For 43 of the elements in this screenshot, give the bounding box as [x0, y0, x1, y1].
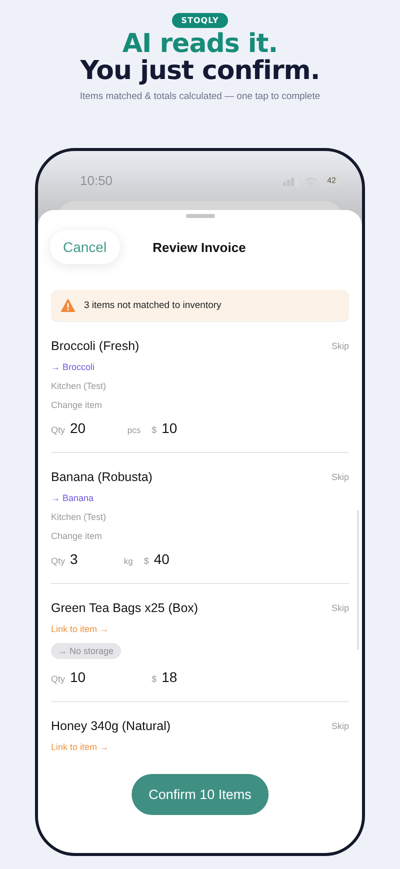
- warning-text: 3 items not matched to inventory: [84, 300, 222, 311]
- battery-icon: 42: [323, 175, 340, 186]
- skip-link[interactable]: Skip: [331, 721, 349, 731]
- brand-badge: STOQLY: [172, 13, 228, 28]
- item-link[interactable]: → Banana: [51, 493, 94, 503]
- price-value[interactable]: 40: [154, 551, 170, 567]
- qty-label: Qty: [51, 556, 66, 566]
- qty-value[interactable]: 10: [70, 669, 86, 685]
- currency-label: $: [144, 556, 149, 566]
- item-link[interactable]: Link to item →: [51, 742, 109, 752]
- item-name: Banana (Robusta): [51, 470, 152, 484]
- item-link[interactable]: → Broccoli: [51, 362, 95, 372]
- qty-value[interactable]: 20: [70, 420, 86, 436]
- signal-icon: [283, 176, 300, 186]
- price-value[interactable]: 18: [162, 669, 178, 685]
- qty-label: Qty: [51, 425, 66, 435]
- item-name: Broccoli (Fresh): [51, 339, 140, 353]
- skip-link[interactable]: Skip: [331, 603, 349, 613]
- headline: You just confirm.: [80, 58, 320, 85]
- qty-label: Qty: [51, 674, 66, 684]
- price-value[interactable]: 10: [162, 420, 178, 436]
- cancel-button[interactable]: Cancel: [50, 230, 120, 264]
- currency-label: $: [152, 674, 157, 684]
- storage-label: Kitchen (Test): [51, 512, 106, 522]
- change-item-link[interactable]: Change item: [51, 400, 102, 410]
- storage-chip[interactable]: → No storage: [51, 643, 121, 659]
- change-item-link[interactable]: Change item: [51, 531, 102, 541]
- status-time: 10:50: [80, 173, 113, 188]
- sheet-title: Review Invoice: [152, 240, 246, 254]
- storage-label: Kitchen (Test): [51, 381, 106, 391]
- skip-link[interactable]: Skip: [331, 472, 349, 482]
- unit-label: kg: [124, 556, 133, 566]
- subtitle: Items matched & totals calculated — one tap to complete: [80, 91, 320, 102]
- item-name: Green Tea Bags x25 (Box): [51, 601, 198, 615]
- headline: AI reads it.: [122, 31, 278, 58]
- confirm-button[interactable]: Confirm 10 Items: [132, 774, 268, 815]
- item-name: Honey 340g (Natural): [51, 719, 171, 733]
- item-link[interactable]: Link to item →: [51, 624, 109, 634]
- skip-link[interactable]: Skip: [331, 341, 349, 351]
- currency-label: $: [152, 425, 157, 435]
- qty-value[interactable]: 3: [70, 551, 78, 567]
- unit-label: pcs: [127, 425, 141, 435]
- warning-icon: [61, 299, 75, 312]
